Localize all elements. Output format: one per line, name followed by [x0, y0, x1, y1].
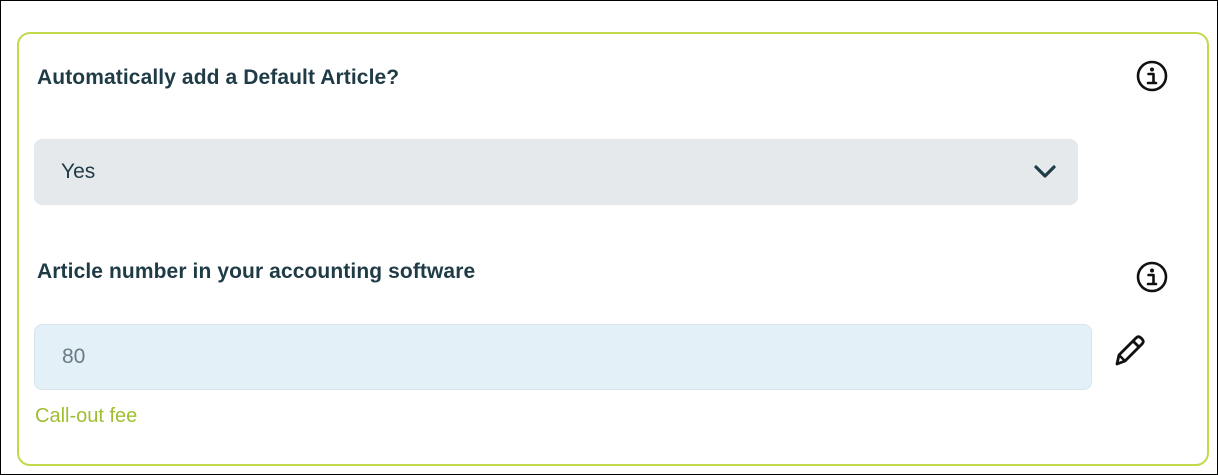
info-icon[interactable]	[1135, 59, 1169, 93]
pencil-icon[interactable]	[1109, 331, 1149, 371]
screenshot-frame: Automatically add a Default Article? Yes…	[0, 0, 1218, 475]
article-number-label: Article number in your accounting softwa…	[37, 260, 476, 283]
default-article-selected-value: Yes	[61, 160, 96, 183]
article-helper-text: Call-out fee	[35, 405, 138, 427]
info-icon[interactable]	[1135, 260, 1169, 294]
default-article-select[interactable]: Yes	[34, 139, 1078, 205]
chevron-down-icon[interactable]	[1030, 157, 1060, 187]
article-number-input[interactable]	[34, 324, 1092, 390]
settings-card	[17, 32, 1209, 466]
default-article-label: Automatically add a Default Article?	[37, 66, 400, 89]
